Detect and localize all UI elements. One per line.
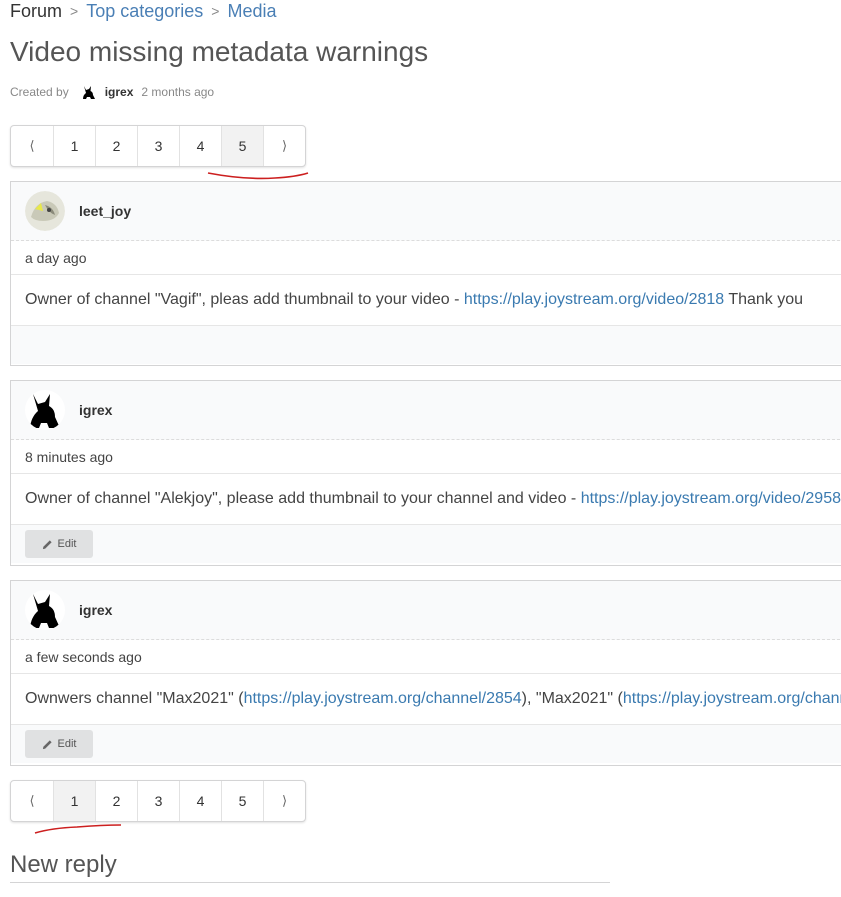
new-reply-heading: New reply: [10, 851, 610, 883]
pagination-top: ⟨ 1 2 3 4 5 ⟩: [10, 125, 306, 167]
page-title: Video missing metadata warnings: [10, 36, 429, 67]
breadcrumb: Forum > Top categories > Media: [10, 0, 277, 22]
post: leet_joy a day ago Owner of channel "Vag…: [10, 181, 841, 366]
pagination-prev[interactable]: ⟨: [11, 126, 53, 166]
pagination-page-5[interactable]: 5: [221, 781, 263, 821]
post-link[interactable]: https://play.joystream.org/channel/2855: [623, 690, 841, 707]
post-link[interactable]: https://play.joystream.org/video/2958: [581, 490, 841, 507]
post-time: a few seconds ago: [11, 640, 841, 674]
post-username[interactable]: leet_joy: [79, 203, 131, 219]
post-header: igrex: [11, 381, 841, 440]
avatar[interactable]: [25, 191, 65, 231]
pagination-bottom: ⟨ 1 2 3 4 5 ⟩: [10, 780, 306, 822]
pagination-page-4[interactable]: 4: [179, 126, 221, 166]
post-footer: Edit: [11, 525, 841, 563]
created-by-label: Created by: [10, 85, 69, 99]
breadcrumb-separator: >: [70, 3, 79, 19]
avatar[interactable]: [25, 590, 65, 630]
post: igrex 8 minutes ago Owner of channel "Al…: [10, 380, 841, 566]
post-footer: [11, 326, 841, 364]
created-ago: 2 months ago: [141, 85, 215, 99]
post-text: Ownwers channel "Max2021" (https://play.…: [25, 690, 841, 708]
post-text: Owner of channel "Vagif", pleas add thum…: [25, 291, 804, 308]
pencil-icon: [42, 739, 52, 749]
post-header: igrex: [11, 581, 841, 640]
annotation-underline: [34, 824, 122, 834]
edit-button[interactable]: Edit: [25, 530, 93, 558]
pagination-page-1[interactable]: 1: [53, 781, 95, 821]
pagination-page-3[interactable]: 3: [137, 781, 179, 821]
pagination-page-3[interactable]: 3: [137, 126, 179, 166]
post-link[interactable]: https://play.joystream.org/video/2818: [464, 291, 724, 308]
post-body: Owner of channel "Alekjoy", please add t…: [11, 474, 841, 525]
thread-meta: Created by igrex 2 months ago: [10, 82, 214, 102]
post-text: Owner of channel "Alekjoy", please add t…: [25, 490, 841, 507]
pagination-page-1[interactable]: 1: [53, 126, 95, 166]
pencil-icon: [42, 539, 52, 549]
post-username[interactable]: igrex: [79, 602, 112, 618]
post-body: Ownwers channel "Max2021" (https://play.…: [11, 674, 841, 725]
post-time: 8 minutes ago: [11, 440, 841, 474]
avatar[interactable]: [25, 390, 65, 430]
breadcrumb-separator: >: [211, 3, 220, 19]
post-body: Owner of channel "Vagif", pleas add thum…: [11, 275, 841, 326]
breadcrumb-top-categories[interactable]: Top categories: [86, 1, 203, 22]
pagination-prev[interactable]: ⟨: [11, 781, 53, 821]
edit-button-label: Edit: [57, 738, 77, 750]
post-username[interactable]: igrex: [79, 402, 112, 418]
edit-button-label: Edit: [57, 538, 77, 550]
pagination-page-2[interactable]: 2: [95, 126, 137, 166]
post: igrex a few seconds ago Ownwers channel …: [10, 580, 841, 766]
post-time: a day ago: [11, 241, 841, 275]
author-avatar[interactable]: [78, 82, 99, 102]
post-link[interactable]: https://play.joystream.org/channel/2854: [244, 690, 522, 707]
post-header: leet_joy: [11, 182, 841, 241]
author-name[interactable]: igrex: [105, 85, 134, 99]
annotation-underline: [207, 172, 309, 180]
edit-button[interactable]: Edit: [25, 730, 93, 758]
pagination-page-2[interactable]: 2: [95, 781, 137, 821]
breadcrumb-media[interactable]: Media: [227, 1, 276, 22]
pagination-next[interactable]: ⟩: [263, 126, 305, 166]
pagination-page-4[interactable]: 4: [179, 781, 221, 821]
breadcrumb-forum[interactable]: Forum: [10, 1, 62, 22]
pagination-page-5[interactable]: 5: [221, 126, 263, 166]
pagination-next[interactable]: ⟩: [263, 781, 305, 821]
post-footer: Edit: [11, 725, 841, 763]
